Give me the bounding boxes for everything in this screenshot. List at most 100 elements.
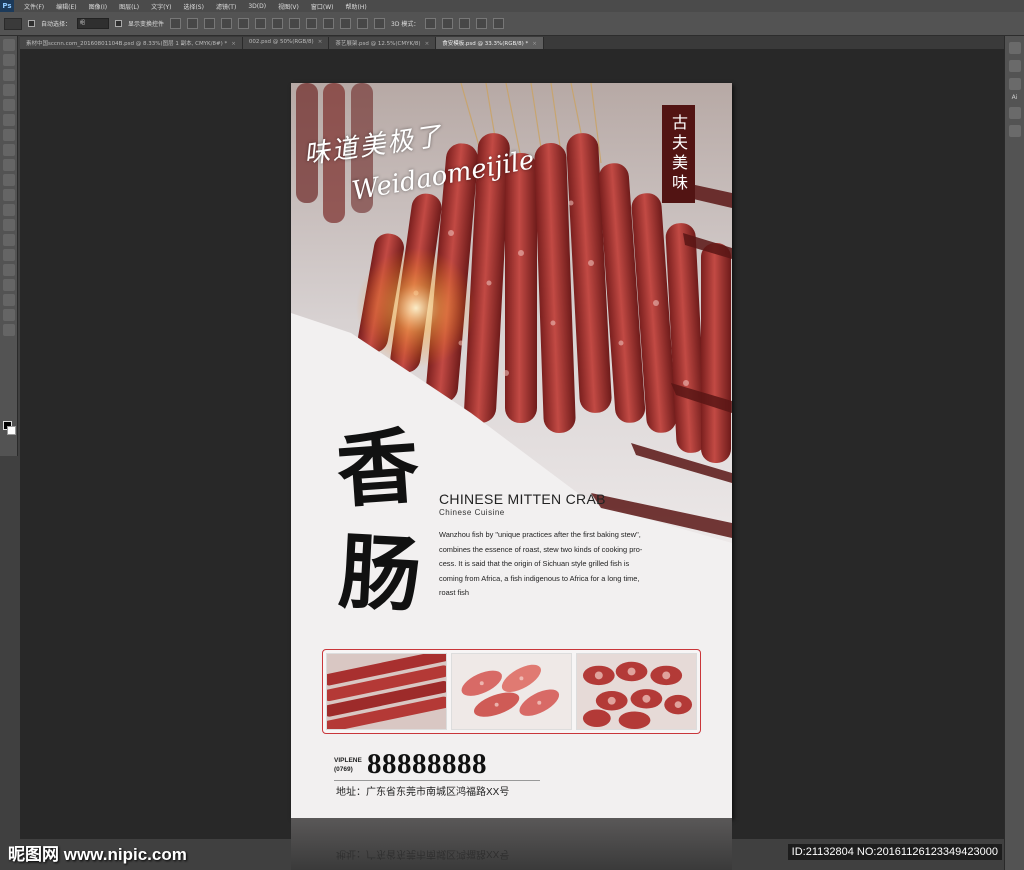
distribute-hcenter-icon[interactable] xyxy=(340,18,352,29)
watermark-left: 昵图网 www.nipic.com xyxy=(8,845,187,864)
body-line: coming from Africa, a fish indigenous to… xyxy=(439,573,640,583)
adjustments-panel-icon[interactable] xyxy=(1008,78,1021,90)
poster-english-subtitle: Chinese Cuisine xyxy=(439,508,505,517)
photoshop-window: Ps 文件(F) 编辑(E) 图像(I) 图层(L) 文字(Y) 选择(S) 滤… xyxy=(0,0,1024,870)
distribute-vcenter-icon[interactable] xyxy=(289,18,301,29)
gradient-tool-icon[interactable] xyxy=(2,204,15,216)
eyedropper-tool-icon[interactable] xyxy=(2,114,15,126)
menu-3d[interactable]: 3D(D) xyxy=(248,3,266,10)
align-top-icon[interactable] xyxy=(170,18,182,29)
show-transform-label: 显示变换控件 xyxy=(128,21,165,28)
drag-3d-icon[interactable] xyxy=(459,18,471,29)
thumbnail-sausage-3 xyxy=(576,653,697,730)
rotate-3d-icon[interactable] xyxy=(425,18,437,29)
close-icon[interactable]: × xyxy=(318,39,323,45)
crop-tool-icon[interactable] xyxy=(2,99,15,111)
background-color-swatch[interactable] xyxy=(7,426,16,435)
zoom-tool-icon[interactable] xyxy=(2,324,15,336)
phone-prefix-line-1: VIPLENE xyxy=(334,757,362,764)
poster-body-text: Wanzhou fish by "unique practices after … xyxy=(439,528,701,601)
roll-3d-icon[interactable] xyxy=(442,18,454,29)
close-icon[interactable]: × xyxy=(231,41,236,47)
collapsed-panels-strip: Ai xyxy=(1004,36,1024,870)
blur-tool-icon[interactable] xyxy=(2,219,15,231)
document-tab-bar: 素材中国sccnn.com_20160801104B.psd @ 8.33%(图… xyxy=(20,36,1004,49)
path-select-tool-icon[interactable] xyxy=(2,279,15,291)
shape-tool-icon[interactable] xyxy=(2,294,15,306)
phone-number: 88888888 xyxy=(367,748,487,780)
menu-window[interactable]: 窗口(W) xyxy=(311,2,334,11)
menu-type[interactable]: 文字(Y) xyxy=(151,2,171,11)
poster-reflection: 地址：广东省东莞市南城区鸿福路XX号 xyxy=(291,818,732,870)
align-vcenter-icon[interactable] xyxy=(187,18,199,29)
quick-select-tool-icon[interactable] xyxy=(2,84,15,96)
auto-select-dropdown[interactable]: 组 xyxy=(77,18,110,29)
marquee-tool-icon[interactable] xyxy=(2,54,15,66)
close-icon[interactable]: × xyxy=(425,41,430,47)
menu-edit[interactable]: 编辑(E) xyxy=(56,2,76,11)
tab-label: 茶艺展架.psd @ 12.5%(CMYK/8) xyxy=(335,41,421,47)
brush-tool-icon[interactable] xyxy=(2,144,15,156)
phone-prefix-line-2: (0769) xyxy=(334,766,353,773)
history-panel-icon[interactable] xyxy=(1008,42,1021,54)
align-bottom-icon[interactable] xyxy=(204,18,216,29)
tab-label: 002.psd @ 50%(RGB/8) xyxy=(248,39,314,45)
document-tab-active[interactable]: 食安模板.psd @ 33.3%(RGB/8) * × xyxy=(436,37,544,49)
auto-align-icon[interactable] xyxy=(374,18,386,29)
options-bar: 自动选择： 组 显示变换控件 3D 模式： xyxy=(0,12,1024,36)
auto-select-checkbox[interactable] xyxy=(28,20,35,27)
type-tool-icon[interactable] xyxy=(2,264,15,276)
document-tab[interactable]: 002.psd @ 50%(RGB/8) × xyxy=(242,37,330,49)
auto-select-label: 自动选择： xyxy=(41,21,72,28)
menu-help[interactable]: 帮助(H) xyxy=(346,2,367,11)
body-line: cess. It is said that the origin of Sich… xyxy=(439,559,630,569)
character-panel-icon[interactable]: Ai xyxy=(1005,94,1024,101)
align-hcenter-icon[interactable] xyxy=(238,18,250,29)
slide-3d-icon[interactable] xyxy=(476,18,488,29)
show-transform-checkbox[interactable] xyxy=(115,20,123,27)
photoshop-logo-icon: Ps xyxy=(0,0,14,12)
close-icon[interactable]: × xyxy=(532,41,537,47)
thumbnail-strip xyxy=(322,649,701,734)
phone-prefix: VIPLENE (0769) xyxy=(334,756,362,774)
menu-select[interactable]: 选择(S) xyxy=(183,2,204,11)
mode-3d-label: 3D 模式： xyxy=(391,21,420,28)
distribute-bottom-icon[interactable] xyxy=(306,18,318,29)
hand-tool-icon[interactable] xyxy=(2,309,15,321)
thumbnail-sausage-2 xyxy=(451,653,572,730)
layers-panel-icon[interactable] xyxy=(1008,125,1021,137)
distribute-top-icon[interactable] xyxy=(272,18,284,29)
distribute-left-icon[interactable] xyxy=(323,18,335,29)
history-brush-tool-icon[interactable] xyxy=(2,174,15,186)
poster-document[interactable]: 味道美极了 Weidaomeijile 古夫美味 香 肠 CHINESE MIT… xyxy=(291,83,732,818)
move-tool-preset-icon[interactable] xyxy=(4,17,22,30)
align-left-icon[interactable] xyxy=(221,18,233,29)
watermark-right: ID:21132804 NO:20161126123349423000 xyxy=(787,844,1002,860)
menu-file[interactable]: 文件(F) xyxy=(24,2,44,11)
dodge-tool-icon[interactable] xyxy=(2,234,15,246)
scale-3d-icon[interactable] xyxy=(493,18,505,29)
eraser-tool-icon[interactable] xyxy=(2,189,15,201)
distribute-right-icon[interactable] xyxy=(357,18,369,29)
body-line: Wanzhou fish by "unique practices after … xyxy=(439,530,641,539)
align-right-icon[interactable] xyxy=(255,18,267,29)
menu-layer[interactable]: 图层(L) xyxy=(119,2,139,11)
address-text: 地址：广东省东莞市南城区鸿福路XX号 xyxy=(336,787,510,798)
tools-panel xyxy=(0,36,18,456)
move-tool-icon[interactable] xyxy=(2,39,15,51)
properties-panel-icon[interactable] xyxy=(1008,60,1021,72)
lasso-tool-icon[interactable] xyxy=(2,69,15,81)
pen-tool-icon[interactable] xyxy=(2,249,15,261)
paragraph-panel-icon[interactable] xyxy=(1008,107,1021,119)
menu-filter[interactable]: 滤镜(T) xyxy=(216,2,236,11)
document-tab[interactable]: 茶艺展架.psd @ 12.5%(CMYK/8) × xyxy=(329,37,437,49)
body-line: combines the essence of roast, stew two … xyxy=(439,544,643,554)
poster-headline-char-1: 香 xyxy=(333,418,423,520)
healing-brush-tool-icon[interactable] xyxy=(2,129,15,141)
menu-bar: Ps 文件(F) 编辑(E) 图像(I) 图层(L) 文字(Y) 选择(S) 滤… xyxy=(0,0,1024,12)
menu-image[interactable]: 图像(I) xyxy=(89,2,107,11)
thumbnail-sausage-1 xyxy=(326,653,447,730)
menu-view[interactable]: 视图(V) xyxy=(278,2,299,11)
document-tab[interactable]: 素材中国sccnn.com_20160801104B.psd @ 8.33%(图… xyxy=(20,37,243,49)
clone-stamp-tool-icon[interactable] xyxy=(2,159,15,171)
